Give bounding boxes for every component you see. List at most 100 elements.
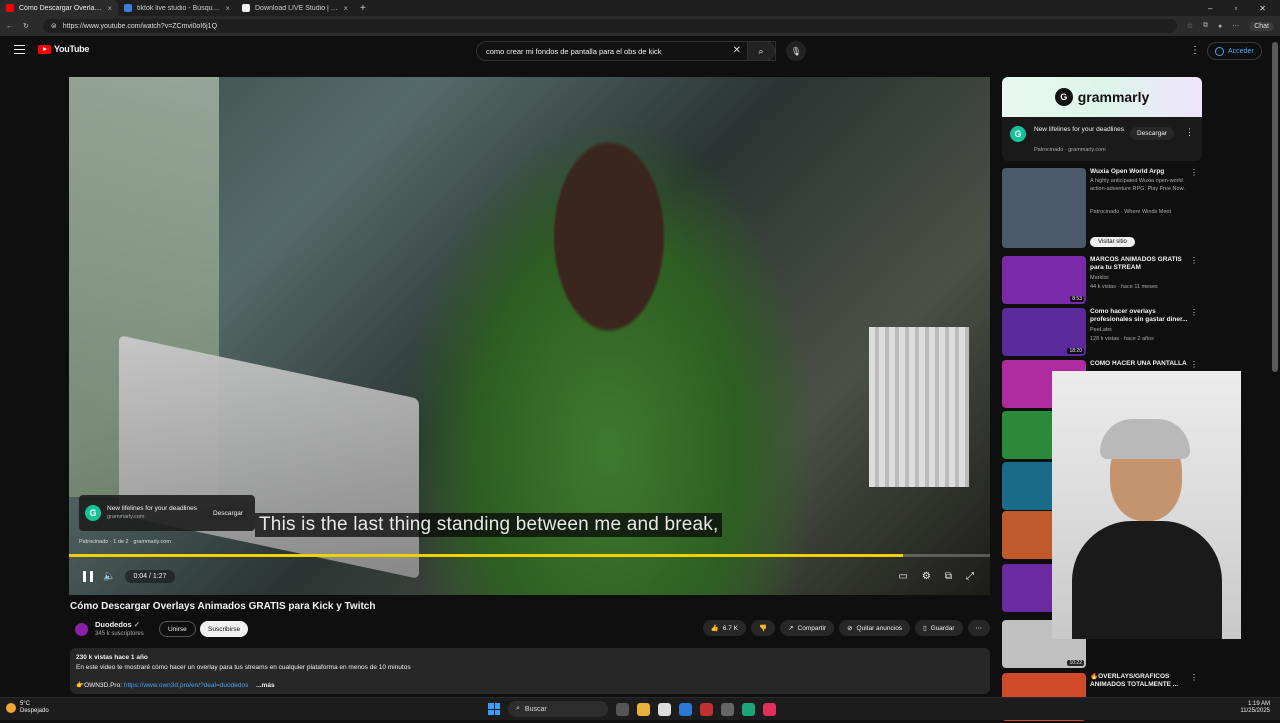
search-input[interactable]: como crear mi fondos de pantalla para el…	[476, 41, 776, 61]
maximize-icon[interactable]: ▫	[1234, 4, 1237, 13]
youtube-header: YouTube como crear mi fondos de pantalla…	[0, 36, 1280, 66]
signin-button[interactable]: Acceder	[1207, 42, 1262, 60]
hamburger-menu-icon[interactable]	[14, 45, 25, 54]
sidebar-ad-download-button[interactable]: Descargar	[1130, 127, 1174, 140]
like-button[interactable]: 👍 6.7 K	[702, 620, 746, 636]
description-text: En este video te mostraré cómo hacer un …	[76, 664, 411, 671]
settings-gear-icon[interactable]: ⚙	[922, 571, 931, 582]
recommendation-item[interactable]: 8:53 MARCOS ANIMADOS GRATIS para tu STREA…	[1002, 256, 1202, 306]
recommendation-thumbnail[interactable]	[1002, 168, 1086, 248]
logo-text: YouTube	[54, 44, 90, 54]
subtitles-icon[interactable]: ▭	[898, 571, 907, 582]
recommendation-menu-icon[interactable]: ⋮	[1190, 168, 1198, 177]
close-tab-icon[interactable]: ×	[107, 4, 112, 13]
taskbar-search[interactable]: ⌕ Buscar	[508, 701, 608, 717]
recommendation-thumbnail[interactable]: 18:20	[1002, 308, 1086, 356]
tab-2[interactable]: tiktok live studio - Búsqueda ×	[118, 0, 236, 16]
webcam-body	[1072, 521, 1222, 639]
tab-1[interactable]: Cómo Descargar Overlays A ×	[0, 0, 118, 16]
voice-search-button[interactable]: 🎙	[786, 41, 806, 61]
ad-menu-icon[interactable]: ⋮	[1185, 127, 1194, 138]
subscribe-button[interactable]: Suscribirse	[200, 621, 249, 637]
recommendation-menu-icon[interactable]: ⋮	[1190, 673, 1198, 682]
recommendation-thumbnail[interactable]: 8:53	[1002, 256, 1086, 304]
verified-icon: ✓	[133, 620, 141, 629]
progress-bar[interactable]	[69, 554, 990, 557]
miniplayer-icon[interactable]: ⧉	[945, 571, 952, 582]
page-scrollbar[interactable]	[1272, 42, 1278, 372]
pause-icon[interactable]	[83, 570, 93, 582]
tab-label: Cómo Descargar Overlays A	[19, 4, 103, 12]
edge-icon[interactable]	[742, 702, 755, 716]
recommendation-item[interactable]: Wuxia Open World Arpg ⋮ A highly anticipat…	[1002, 168, 1202, 248]
sidebar-ad-info[interactable]: G New lifelines for your deadlines Patro…	[1002, 117, 1202, 161]
description-link[interactable]: https://www.own3d.pro/en/?deal=duodedos	[124, 682, 249, 689]
new-tab-icon[interactable]: +	[360, 3, 366, 14]
weather-widget[interactable]: 5°C Despejado	[6, 701, 49, 715]
ad-domain: grammarly.com	[107, 514, 145, 520]
recommendation-channel: Marklixi	[1090, 275, 1109, 281]
tiktok-app-icon[interactable]	[763, 702, 776, 716]
search-button[interactable]: ⌕	[747, 41, 775, 61]
fullscreen-icon[interactable]: ⤢	[966, 571, 974, 582]
more-actions-button[interactable]: ⋯	[967, 620, 990, 636]
extensions-icon[interactable]: ⧉	[1203, 22, 1208, 30]
menu-dots-icon[interactable]: ⋯	[1232, 22, 1239, 30]
sidebar-ad-title: New lifelines for your deadlines	[1034, 126, 1124, 133]
tab-label: tiktok live studio - Búsqueda	[137, 4, 221, 12]
chat-button[interactable]: Chat	[1249, 21, 1274, 31]
block-icon: ⊘	[847, 625, 853, 632]
share-button[interactable]: ↗ Compartir	[780, 620, 835, 636]
channel-row: Duodedos ✓ 345 k suscriptores Unirse Sus…	[70, 618, 990, 640]
close-tab-icon[interactable]: ×	[225, 4, 230, 13]
back-icon[interactable]: ←	[6, 23, 13, 30]
recommendation-item[interactable]: 18:20 Como hacer overlays profesionales s…	[1002, 308, 1202, 358]
notepad-icon[interactable]	[658, 702, 671, 716]
visit-site-button[interactable]: Visitar sitio	[1090, 237, 1135, 247]
remove-ads-button[interactable]: ⊘ Quitar anuncios	[839, 620, 911, 636]
show-more-button[interactable]: ...más	[256, 682, 274, 689]
mic-icon: 🎙	[790, 46, 802, 56]
channel-name[interactable]: Duodedos ✓	[95, 620, 140, 629]
weather-sun-icon	[6, 703, 16, 713]
profile-icon[interactable]: ●	[1218, 23, 1222, 30]
windows-start-icon[interactable]	[488, 703, 500, 715]
duration-badge: 18:20	[1067, 348, 1084, 354]
site-info-icon[interactable]: ⊜	[51, 22, 57, 30]
save-button[interactable]: ▯ Guardar	[915, 620, 963, 636]
settings-icon[interactable]	[721, 702, 734, 716]
file-explorer-icon[interactable]	[637, 702, 650, 716]
more-dots-icon: ⋯	[975, 625, 983, 632]
close-window-icon[interactable]: ✕	[1259, 4, 1266, 13]
recommendation-menu-icon[interactable]: ⋮	[1190, 360, 1198, 369]
minimize-icon[interactable]: –	[1208, 4, 1212, 13]
recommendation-menu-icon[interactable]: ⋮	[1190, 308, 1198, 317]
ad-download-button[interactable]: Descargar	[207, 506, 249, 520]
close-tab-icon[interactable]: ×	[343, 4, 348, 13]
webcam-cap	[1100, 419, 1190, 459]
system-clock[interactable]: 1:19 AM 11/25/2025	[1240, 701, 1270, 715]
video-player[interactable]: G New lifelines for your deadlines gramm…	[69, 77, 990, 595]
clear-search-icon[interactable]: ✕	[733, 45, 741, 56]
volume-icon[interactable]: 🔈	[103, 571, 115, 582]
search-icon: ⌕	[516, 705, 520, 712]
mail-icon[interactable]	[679, 702, 692, 716]
ad-title: New lifelines for your deadlines	[107, 505, 197, 512]
url-field[interactable]: ⊜ https://www.youtube.com/watch?v=ZCmvi0…	[42, 19, 1177, 33]
description-box[interactable]: 230 k vistas hace 1 año En este video te…	[70, 648, 990, 694]
reload-icon[interactable]: ↻	[23, 22, 29, 30]
dislike-button[interactable]: 👎	[750, 620, 776, 636]
recommendation-menu-icon[interactable]: ⋮	[1190, 256, 1198, 265]
join-button[interactable]: Unirse	[159, 621, 196, 637]
scene-radiator	[869, 327, 969, 487]
youtube-logo[interactable]: YouTube	[38, 44, 89, 54]
task-view-icon[interactable]	[616, 702, 629, 716]
channel-avatar[interactable]	[75, 623, 88, 636]
app-icon[interactable]	[700, 702, 713, 716]
star-icon[interactable]: ☆	[1187, 22, 1193, 30]
player-ad-card[interactable]: G New lifelines for your deadlines gramm…	[79, 495, 255, 531]
tab-3[interactable]: Download LIVE Studio | TikTok ×	[236, 0, 354, 16]
sidebar-ad-banner[interactable]: G grammarly	[1002, 77, 1202, 117]
settings-dots-icon[interactable]: ⋮	[1190, 45, 1200, 56]
account-icon	[1215, 46, 1224, 56]
